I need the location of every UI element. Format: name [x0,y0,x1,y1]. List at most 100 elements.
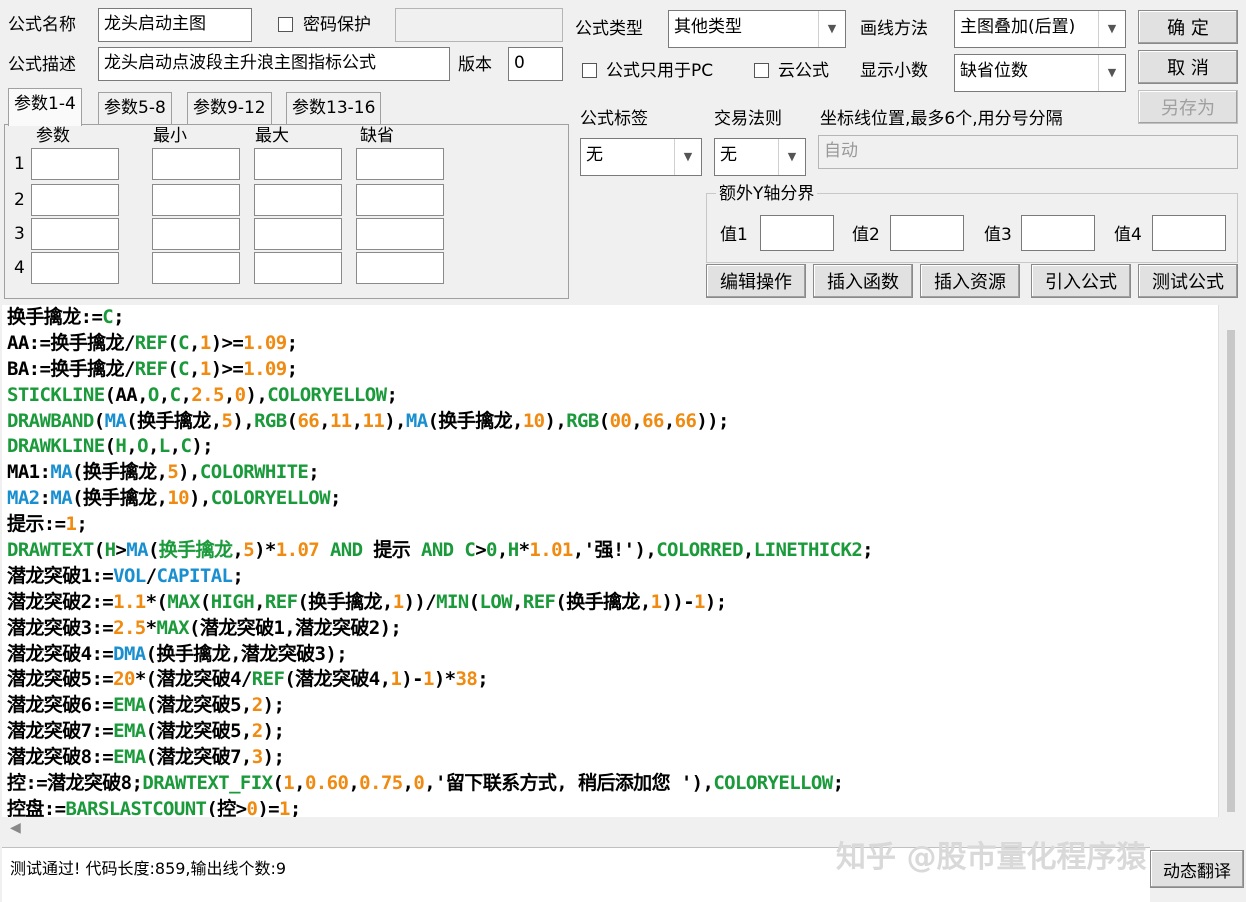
param-1-min[interactable] [152,148,240,180]
chevron-down-icon: ▼ [818,11,845,47]
code-line: AA:=换手擒龙/REF(C,1)>=1.09; [7,331,298,354]
code-line: MA2:MA(换手擒龙,10),COLORYELLOW; [7,487,341,510]
param-3-min[interactable] [152,218,240,250]
code-line: 控:=潜龙突破8;DRAWTEXT_FIX(1,0.60,0.75,0,'留下联… [7,772,844,795]
ok-button[interactable]: 确 定 [1138,10,1238,44]
cloud-checkbox[interactable] [754,63,769,78]
formula-tag-select[interactable]: 无 ▼ [580,138,702,176]
param-row-number: 2 [14,190,25,210]
coord-line-input[interactable]: 自动 [818,135,1238,169]
scroll-left-icon[interactable]: ◀ [10,820,21,836]
password-label: 密码保护 [303,15,371,35]
param-1-default[interactable] [356,148,444,180]
val3-input[interactable] [1021,215,1095,251]
formula-type-label: 公式类型 [575,19,643,39]
param-4-min[interactable] [152,252,240,284]
val4-input[interactable] [1152,215,1226,251]
code-line: DRAWTEXT(H>MA(换手擒龙,5)*1.07 AND 提示 AND C>… [7,539,874,562]
cancel-button[interactable]: 取 消 [1138,50,1238,84]
val1-label: 值1 [720,225,748,245]
param-row-number: 4 [14,258,25,278]
code-line: MA1:MA(换手擒龙,5),COLORWHITE; [7,461,320,484]
param-1-name[interactable] [31,148,119,180]
version-input[interactable]: 0 [508,47,563,81]
param-4-default[interactable] [356,252,444,284]
val1-input[interactable] [760,215,834,251]
val2-label: 值2 [852,225,880,245]
code-line: 提示:=1; [7,513,88,536]
param-3-max[interactable] [254,218,342,250]
param-3-name[interactable] [31,218,119,250]
param-header-default: 缺省 [360,126,394,146]
chevron-down-icon: ▼ [1098,55,1125,91]
draw-method-select[interactable]: 主图叠加(后置) ▼ [954,10,1126,48]
yaxis-group-title: 额外Y轴分界 [716,183,818,205]
code-line: 潜龙突破2:=1.1*(MAX(HIGH,REF(换手擒龙,1))/MIN(LO… [7,590,727,613]
val4-label: 值4 [1114,225,1142,245]
version-label: 版本 [458,55,492,75]
param-4-max[interactable] [254,252,342,284]
decimals-value: 缺省位数 [960,61,1028,81]
cloud-label: 云公式 [778,61,829,81]
val3-label: 值3 [984,225,1012,245]
param-2-name[interactable] [31,184,119,216]
dynamic-translate-button[interactable]: 动态翻译 [1150,850,1244,888]
formula-desc-label: 公式描述 [8,55,76,75]
import-formula-button[interactable]: 引入公式 [1031,264,1131,298]
decimals-select[interactable]: 缺省位数 ▼ [954,54,1126,92]
chevron-down-icon: ▼ [674,139,701,175]
draw-method-value: 主图叠加(后置) [960,17,1076,37]
formula-tag-value: 无 [586,145,603,165]
formula-tag-label: 公式标签 [580,109,648,129]
test-formula-button[interactable]: 测试公式 [1138,264,1238,298]
tab-params-13-16[interactable]: 参数13-16 [286,92,382,124]
pc-only-label: 公式只用于PC [606,61,714,81]
code-line: DRAWBAND(MA(换手擒龙,5),RGB(66,11,11),MA(换手擒… [7,409,729,432]
param-2-default[interactable] [356,184,444,216]
tab-params-9-12[interactable]: 参数9-12 [187,92,272,124]
param-header-max: 最大 [255,126,289,146]
chevron-down-icon: ▼ [778,139,805,175]
param-header-min: 最小 [153,126,187,146]
code-line: STICKLINE(AA,O,C,2.5,0),COLORYELLOW; [7,383,398,406]
insert-resource-button[interactable]: 插入资源 [920,264,1020,298]
param-row-number: 1 [14,154,25,174]
tab-params-5-8[interactable]: 参数5-8 [98,92,172,124]
code-line: 潜龙突破1:=VOL/CAPITAL; [7,564,244,587]
param-3-default[interactable] [356,218,444,250]
param-1-max[interactable] [254,148,342,180]
code-line: 潜龙突破7:=EMA(潜龙突破5,2); [7,720,285,743]
trade-rule-select[interactable]: 无 ▼ [714,138,806,176]
status-text: 测试通过! 代码长度:859,输出线个数:9 [10,859,287,878]
code-line: DRAWKLINE(H,O,L,C); [7,435,214,458]
code-line: 换手擒龙:=C; [7,306,125,328]
formula-type-value: 其他类型 [674,17,742,37]
param-row-number: 3 [14,224,25,244]
pc-only-checkbox[interactable] [582,63,597,78]
code-line: 潜龙突破3:=2.5*MAX(潜龙突破1,潜龙突破2); [7,616,402,639]
scrollbar-thumb[interactable] [1227,330,1235,812]
code-line: 潜龙突破4:=DMA(换手擒龙,潜龙突破3); [7,642,348,665]
trade-rule-value: 无 [720,145,737,165]
trade-rule-label: 交易法则 [714,109,782,129]
param-2-max[interactable] [254,184,342,216]
password-input[interactable] [395,8,563,42]
edit-ops-button[interactable]: 编辑操作 [706,264,806,298]
tab-params-1-4[interactable]: 参数1-4 [8,88,82,126]
insert-function-button[interactable]: 插入函数 [813,264,913,298]
param-4-name[interactable] [31,252,119,284]
watermark: 知乎 @股市量化程序猿 [836,840,1147,875]
draw-method-label: 画线方法 [860,19,928,39]
decimals-label: 显示小数 [860,61,928,81]
formula-desc-input[interactable]: 龙头启动点波段主升浪主图指标公式 [98,47,450,81]
coord-line-label: 坐标线位置,最多6个,用分号分隔 [820,109,1063,129]
code-line: BA:=换手擒龙/REF(C,1)>=1.09; [7,357,298,380]
save-as-button[interactable]: 另存为 [1138,90,1238,124]
param-2-min[interactable] [152,184,240,216]
val2-input[interactable] [890,215,964,251]
code-line: 潜龙突破5:=20*(潜龙突破4/REF(潜龙突破4,1)-1)*38; [7,668,489,691]
formula-name-input[interactable]: 龙头启动主图 [98,8,252,42]
password-checkbox[interactable] [278,17,293,32]
code-editor[interactable]: 换手擒龙:=C; AA:=换手擒龙/REF(C,1)>=1.09; BA:=换手擒龙… [2,305,1218,817]
formula-type-select[interactable]: 其他类型 ▼ [668,10,846,48]
